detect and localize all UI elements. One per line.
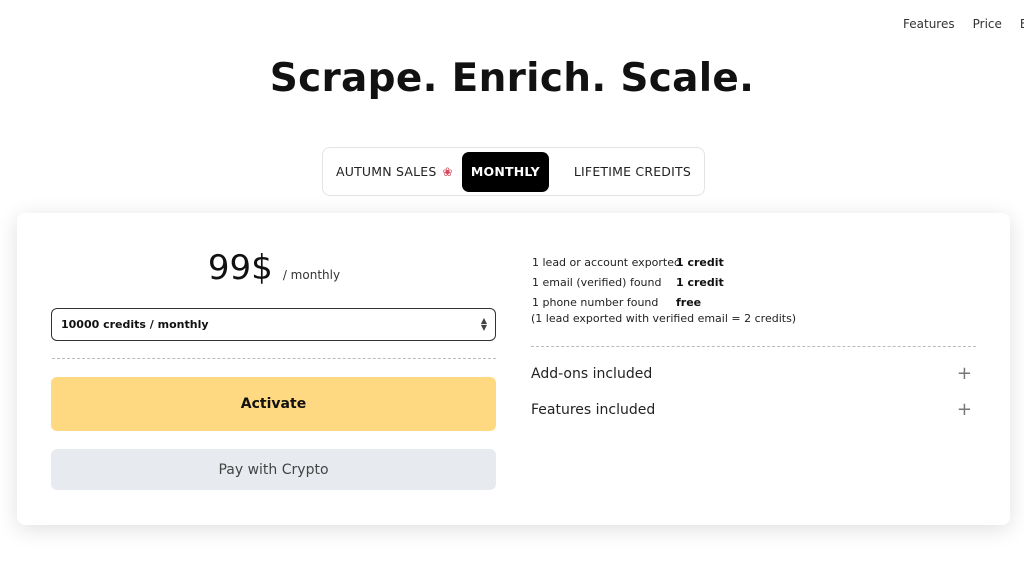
select-value: 10000 credits / monthly [61,318,209,331]
plan-tabs: AUTUMN SALES ❀ MONTHLY LIFETIME CREDITS [322,147,705,196]
plus-icon: + [956,363,972,384]
credit-costs: 1 lead or account exported 1 credit 1 em… [532,252,724,312]
nav-link-price[interactable]: Price [973,17,1002,31]
divider [52,358,496,359]
credit-label: 1 email (verified) found [532,275,662,289]
accordion-label: Features included [531,402,656,418]
top-nav: Features Price Bl [903,17,1024,31]
tab-label: AUTUMN SALES [336,164,437,179]
maple-leaf-icon: ❀ [442,164,453,179]
credit-label: 1 lead or account exported [532,255,681,269]
price-row: 99$ / monthly [52,248,496,288]
price-amount: 99$ [207,248,273,288]
credit-row: 1 phone number found free [532,292,724,312]
tab-label: LIFETIME CREDITS [573,164,691,179]
price-period: / monthly [282,268,341,282]
tab-lifetime-credits[interactable]: LIFETIME CREDITS [565,152,700,192]
credit-value: 1 credit [676,275,724,289]
select-arrows-icon: ▲ ▼ [480,316,487,332]
nav-link-blog[interactable]: Bl [1020,17,1024,31]
pricing-page: Features Price Bl Scrape. Enrich. Scale.… [0,0,1024,576]
credit-row: 1 email (verified) found 1 credit [532,272,724,292]
credit-row: 1 lead or account exported 1 credit [532,252,724,272]
credit-note: (1 lead exported with verified email = 2… [531,312,797,325]
credit-label: 1 phone number found [532,295,659,309]
activate-button[interactable]: Activate [51,377,496,431]
credits-plan-select[interactable]: 10000 credits / monthly ▲ ▼ [51,308,496,341]
nav-link-features[interactable]: Features [903,17,955,31]
tab-autumn-sales[interactable]: AUTUMN SALES ❀ [327,152,462,192]
accordion-label: Add-ons included [531,366,653,382]
tab-monthly[interactable]: MONTHLY [461,151,549,192]
credit-value: free [676,295,702,309]
features-accordion[interactable]: Features included + [531,398,976,422]
pay-with-crypto-button[interactable]: Pay with Crypto [51,449,496,490]
page-headline: Scrape. Enrich. Scale. [269,56,755,101]
divider [531,346,976,347]
credit-value: 1 credit [676,255,724,269]
plus-icon: + [956,399,972,420]
tab-label: MONTHLY [470,164,540,179]
addons-accordion[interactable]: Add-ons included + [531,362,976,386]
